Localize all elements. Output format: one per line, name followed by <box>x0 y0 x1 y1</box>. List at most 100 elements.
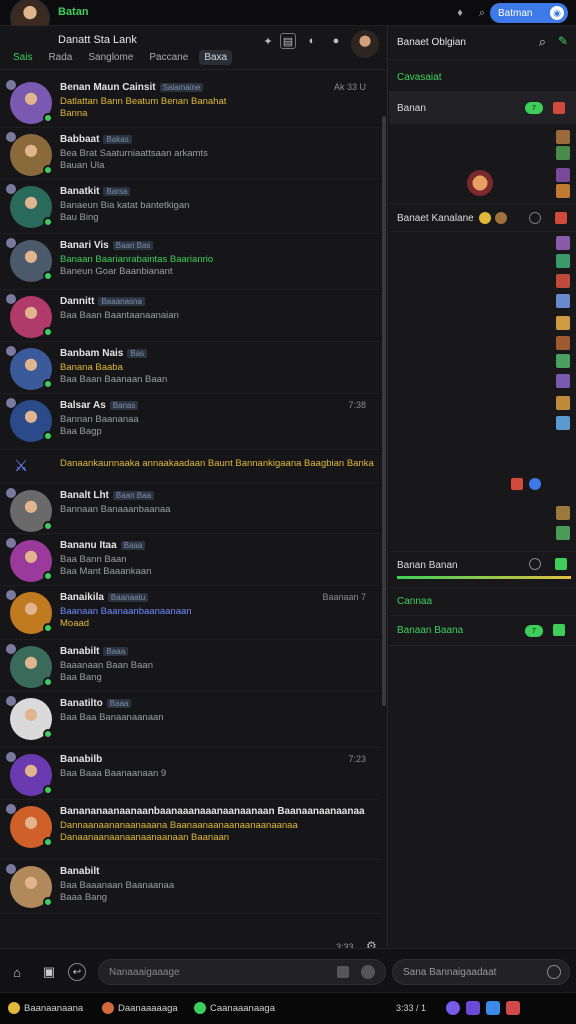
chat-avatar[interactable] <box>6 184 53 228</box>
side-item-1[interactable]: Banan 7 <box>389 92 576 124</box>
side-item-4[interactable]: Banaan Baana 7 <box>389 616 576 646</box>
chat-row[interactable]: Banaikila Baanaatu Baanaan Baanaanbaanaana… <box>0 586 380 640</box>
chat-row[interactable]: ⚔ Danaankaunnaaka annaakaadaan Baunt Bann… <box>0 450 380 484</box>
chat-row[interactable]: Banatkit Barsa Banaeun Bia katat bantetkig… <box>0 180 380 234</box>
chat-avatar[interactable] <box>6 804 53 848</box>
side-panel-header: Banaet Oblgian ⌕ ✎ <box>389 26 576 60</box>
thumbnail[interactable] <box>556 146 570 160</box>
thumbnail[interactable] <box>556 168 570 182</box>
search-icon[interactable]: ⌕ <box>539 34 546 50</box>
chat-row[interactable]: Banalt Lht Baan Baa Bannaan Banaaanbaanaa <box>0 484 380 534</box>
rank-badge <box>6 80 16 90</box>
message-input[interactable]: Nanaaaigaaage <box>98 959 386 985</box>
tray-icon[interactable] <box>466 1001 480 1015</box>
tray-icon[interactable] <box>506 1001 520 1015</box>
chat-row[interactable]: Benan Maun Cainsit Salamaine Datlattan Ban… <box>0 76 380 128</box>
chat-avatar[interactable] <box>6 752 53 796</box>
chat-avatar[interactable] <box>6 864 53 908</box>
online-indicator <box>43 327 53 337</box>
chat-preview: Bea Brat Saaturniaattsaan arkamts <box>60 148 208 159</box>
thumbnail[interactable] <box>556 274 570 288</box>
member-avatar[interactable] <box>467 170 493 196</box>
thumbnail[interactable] <box>556 254 570 268</box>
gif-icon[interactable] <box>337 966 349 978</box>
chat-avatar[interactable] <box>6 80 53 124</box>
online-indicator <box>43 521 53 531</box>
bell-icon[interactable]: ♦ <box>452 5 468 21</box>
settings-icon[interactable] <box>529 558 541 570</box>
chat-row[interactable]: Banananaanaanaanbaanaaanaaanaanaanaan Ba… <box>0 800 380 860</box>
chat-tag: Baan Baa <box>112 491 155 500</box>
chat-avatar[interactable] <box>6 346 53 390</box>
chat-avatar[interactable] <box>6 132 53 176</box>
tray-icon[interactable] <box>486 1001 500 1015</box>
chat-row[interactable]: Babbaat Bakas Bea Brat Saaturniaattsaan ar… <box>0 128 380 180</box>
search-input[interactable]: Sana Bannaigaadaat <box>392 959 570 985</box>
chat-row[interactable]: Banabilt Baa Baaanaan Baanaanaa Baaa Bang <box>0 860 380 914</box>
moon-icon[interactable]: ◐ <box>304 33 320 49</box>
home-icon[interactable]: ⌂ <box>8 963 26 981</box>
chat-name-text: Banabilt <box>60 866 100 877</box>
taskbar-item-1[interactable]: Baanaanaana <box>8 1002 83 1014</box>
thumbnail[interactable] <box>556 396 570 410</box>
tray-icon[interactable] <box>446 1001 460 1015</box>
tab-3[interactable]: Sanglome <box>83 50 138 65</box>
thumbnail[interactable] <box>556 506 570 520</box>
chat-row[interactable]: Banabilt Baaa Baaanaan Baan Baan Baa Bang <box>0 640 380 692</box>
side-panel-title: Banaet Oblgian <box>397 37 466 48</box>
chat-avatar[interactable] <box>6 590 53 634</box>
chat-row[interactable]: Banbam Nais Bas Banana Baaba Baa Baan Baana… <box>0 342 380 394</box>
chat-avatar[interactable] <box>6 488 53 532</box>
scrollbar[interactable] <box>382 116 386 706</box>
tab-2[interactable]: Rada <box>43 50 77 65</box>
thumbnail[interactable] <box>556 294 570 308</box>
taskbar-item-3[interactable]: Caanaaanaaga <box>194 1002 275 1014</box>
thumbnail[interactable] <box>556 184 570 198</box>
emoji-icon <box>495 212 507 224</box>
chat-avatar[interactable] <box>6 696 53 740</box>
chat-row[interactable]: Banari Vis Baan Bas Banaan Baarianrabainta… <box>0 234 380 290</box>
thumbnail[interactable] <box>556 416 570 430</box>
thumbnail[interactable] <box>556 236 570 250</box>
tab-5[interactable]: Baxa <box>199 50 233 65</box>
taskbar-item-2[interactable]: Daanaaaaaga <box>102 1002 178 1014</box>
header-avatar[interactable] <box>351 30 379 58</box>
chat-avatar[interactable] <box>6 644 53 688</box>
chat-avatar[interactable] <box>6 538 53 582</box>
side-item-2[interactable]: Banaet Kanalane <box>389 204 576 232</box>
emoji-icon <box>479 212 491 224</box>
search-icon[interactable]: ⌕ <box>474 5 490 21</box>
thumbnail[interactable] <box>556 374 570 388</box>
chat-row[interactable]: Banatilto Baaa Baa Baa Banaanaanaan <box>0 692 380 748</box>
thumbnail[interactable] <box>556 336 570 350</box>
thumbnail[interactable] <box>556 526 570 540</box>
chat-row[interactable]: Banabilb Baa Baaa Baanaanaan 9 7:23 <box>0 748 380 800</box>
emoji-icon[interactable] <box>361 965 375 979</box>
pin-icon[interactable]: ✦ <box>260 33 276 49</box>
chat-name-text: Banatilto <box>60 698 103 709</box>
chat-row[interactable]: Bananu Itaa Baaa Baa Bann Baan Baa Mant Baa… <box>0 534 380 586</box>
thumbnail[interactable] <box>556 354 570 368</box>
chat-avatar[interactable] <box>6 294 53 338</box>
chat-tag: Banas <box>109 401 139 410</box>
settings-icon[interactable] <box>529 212 541 224</box>
rank-badge <box>6 294 16 304</box>
tab-4[interactable]: Paccane <box>144 50 193 65</box>
thumbnail[interactable] <box>556 316 570 330</box>
record-icon[interactable]: ● <box>328 33 344 49</box>
chat-preview: Baa Baa Banaanaanaan <box>60 712 164 723</box>
smiley-icon[interactable] <box>547 965 561 979</box>
chat-avatar[interactable] <box>6 238 53 282</box>
members-icon[interactable]: ▤ <box>280 33 296 49</box>
server-title: Danatt Sta Lank <box>58 34 137 46</box>
tab-1[interactable]: Sais <box>8 50 37 65</box>
back-icon[interactable]: ↩ <box>68 963 86 981</box>
profile-button[interactable]: Batman ◉ <box>490 3 568 23</box>
chat-avatar[interactable] <box>6 398 53 442</box>
chat-row[interactable]: Balsar As Banas Bannan Baananaa Baa Bagp 7:3… <box>0 394 380 450</box>
gallery-icon[interactable]: ▣ <box>40 963 58 981</box>
chat-row[interactable]: Dannitt Baaanasna Baa Baan Baantaanaanaian <box>0 290 380 342</box>
side-item-3[interactable]: Banan Banan <box>389 552 576 588</box>
edit-icon[interactable]: ✎ <box>558 34 568 48</box>
thumbnail[interactable] <box>556 130 570 144</box>
